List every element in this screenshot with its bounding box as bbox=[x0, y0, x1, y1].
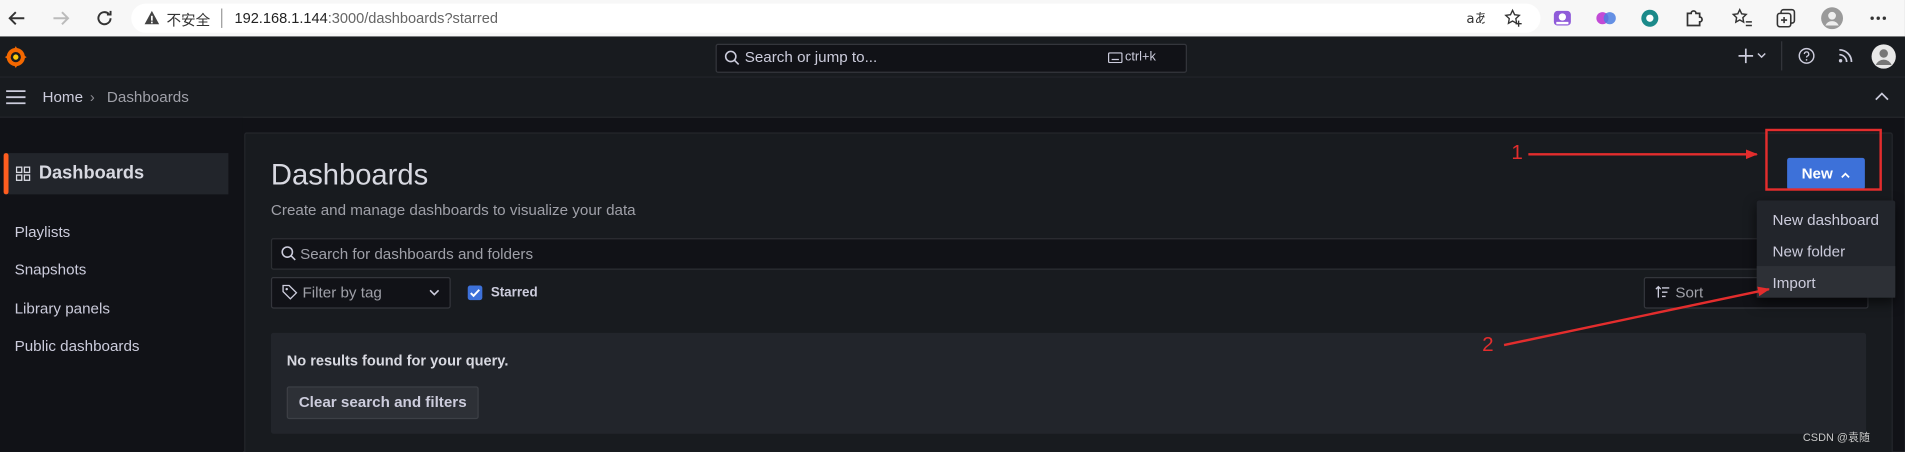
watermark: CSDN @袁随 bbox=[1802, 431, 1870, 444]
annotation-arrows bbox=[1503, 149, 1771, 347]
annotation-arrow-2 bbox=[1503, 286, 1771, 347]
